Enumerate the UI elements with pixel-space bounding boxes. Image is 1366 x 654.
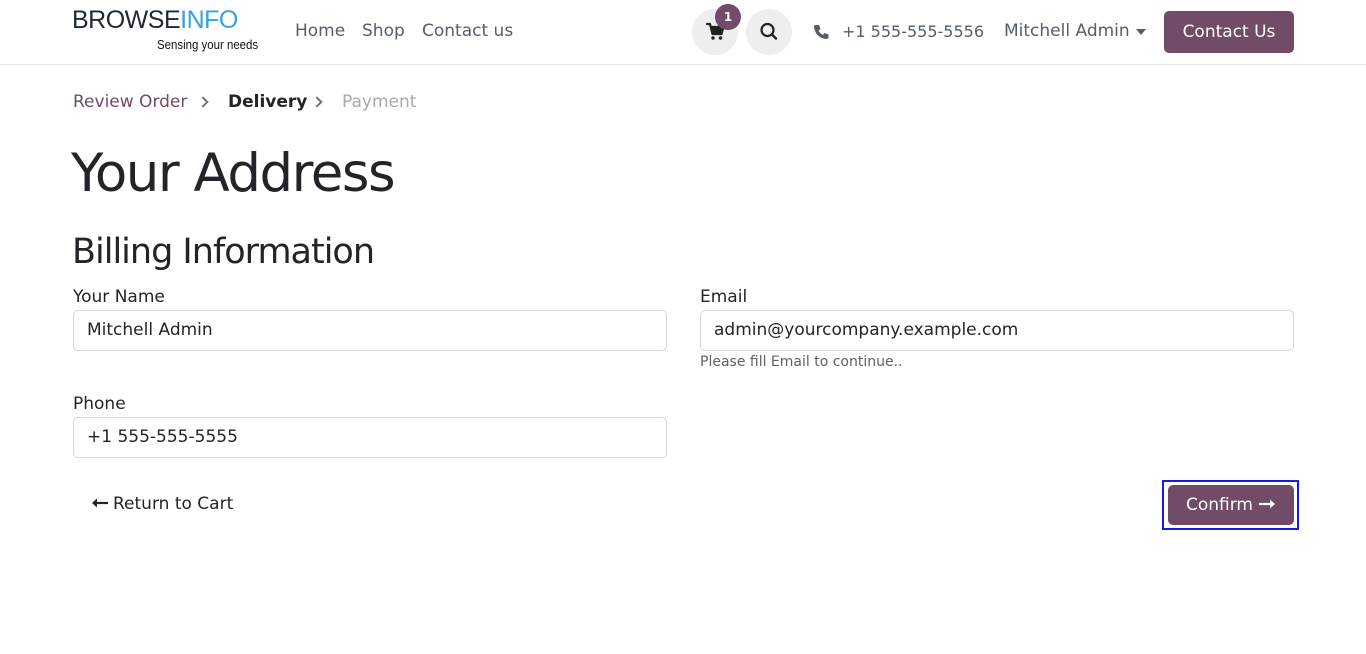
brand-logo[interactable]: BROWSEINFO Sensing your needs — [72, 7, 262, 55]
arrow-left-icon — [92, 498, 108, 507]
logo-text-info: INFO — [180, 6, 238, 34]
site-header: BROWSEINFO Sensing your needs Home Shop … — [0, 0, 1366, 65]
search-button[interactable] — [746, 9, 792, 55]
section-title: Billing Information — [72, 232, 375, 272]
logo-text-browse: BROWSE — [72, 6, 181, 34]
chevron-down-icon — [1136, 29, 1146, 35]
nav-contact-us[interactable]: Contact us — [422, 21, 513, 41]
email-field[interactable]: admin@yourcompany.example.com — [700, 310, 1294, 351]
nav-shop[interactable]: Shop — [362, 21, 405, 41]
confirm-button[interactable]: Confirm — [1168, 485, 1294, 525]
breadcrumb-payment: Payment — [342, 92, 417, 112]
return-to-cart-link[interactable]: Return to Cart — [91, 494, 233, 514]
return-to-cart-label: Return to Cart — [113, 494, 234, 514]
arrow-right-icon — [1259, 499, 1275, 508]
email-help-text: Please fill Email to continue.. — [700, 354, 903, 370]
breadcrumb-review-order[interactable]: Review Order — [73, 92, 187, 112]
breadcrumb-delivery: Delivery — [228, 92, 308, 112]
confirm-label: Confirm — [1185, 495, 1253, 515]
name-label: Your Name — [73, 287, 165, 307]
cart-count-badge: 1 — [715, 4, 741, 30]
name-field[interactable]: Mitchell Admin — [73, 310, 667, 351]
logo-wordmark: BROWSEINFO — [72, 7, 262, 33]
logo-tagline: Sensing your needs — [157, 37, 259, 52]
phone-label: Phone — [73, 394, 126, 414]
chevron-right-icon — [311, 96, 323, 108]
user-menu[interactable]: Mitchell Admin — [1004, 21, 1130, 41]
phone-icon — [814, 25, 829, 39]
contact-us-button[interactable]: Contact Us — [1164, 11, 1294, 53]
chevron-right-icon — [197, 96, 209, 108]
header-phone-number[interactable]: +1 555-555-5556 — [842, 22, 984, 41]
search-icon — [760, 22, 778, 40]
email-label: Email — [700, 287, 748, 307]
page-title: Your Address — [71, 143, 396, 204]
phone-field[interactable]: +1 555-555-5555 — [73, 417, 667, 458]
nav-home[interactable]: Home — [295, 21, 345, 41]
